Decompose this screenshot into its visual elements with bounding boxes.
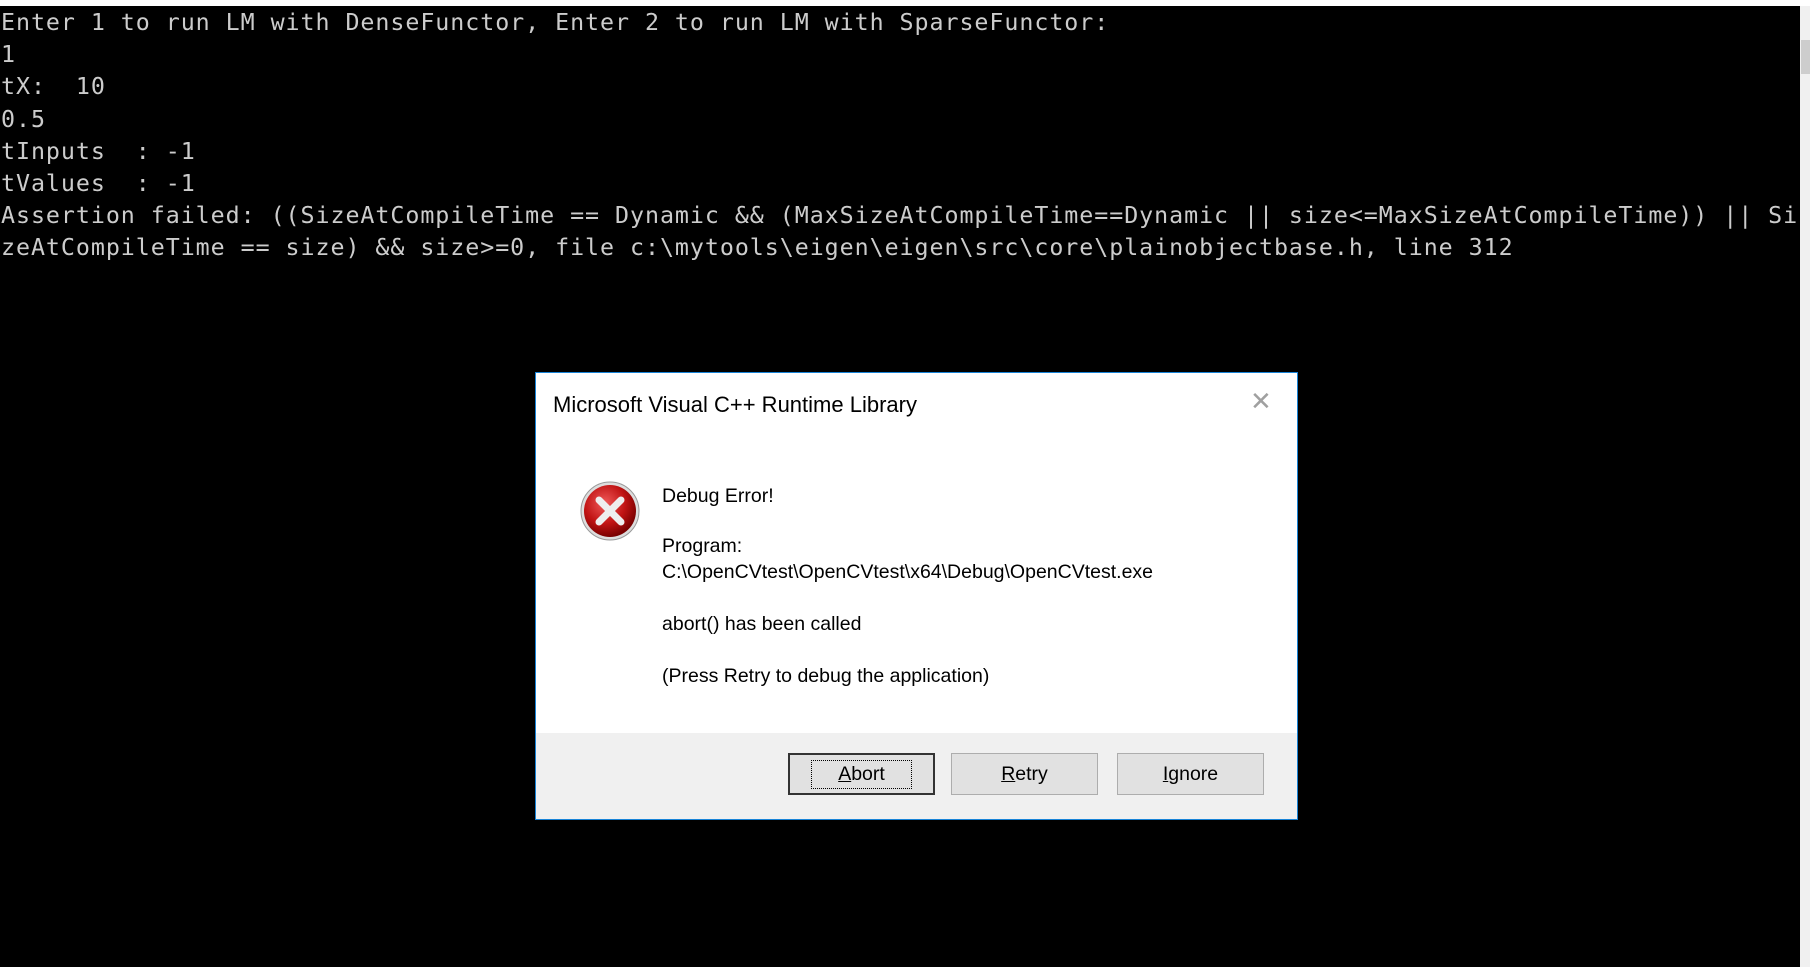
abort-label: bort: [851, 762, 885, 785]
error-heading: Debug Error!: [662, 485, 774, 507]
program-label: Program:: [662, 535, 743, 557]
console-line: 1: [1, 41, 16, 69]
close-icon[interactable]: ✕: [1250, 387, 1272, 417]
retry-mnemonic: R: [1001, 762, 1016, 785]
abort-button[interactable]: Abort: [788, 753, 935, 795]
button-bar: Abort Retry Ignore: [536, 733, 1297, 819]
console-line: Assertion failed: ((SizeAtCompileTime ==…: [1, 202, 1799, 230]
console-line: tValues : -1: [1, 170, 196, 198]
dialog-title: Microsoft Visual C++ Runtime Library: [553, 392, 917, 417]
program-path: C:\OpenCVtest\OpenCVtest\x64\Debug\OpenC…: [662, 561, 1154, 583]
console-line: Enter 1 to run LM with DenseFunctor, Ent…: [1, 9, 1110, 36]
retry-hint: (Press Retry to debug the application): [662, 665, 990, 687]
ignore-label: gnore: [1168, 762, 1219, 785]
error-message: abort() has been called: [662, 613, 862, 635]
console-output: Enter 1 to run LM with DenseFunctor, Ent…: [1, 7, 1798, 265]
abort-mnemonic: A: [838, 762, 852, 785]
console-line: tInputs : -1: [1, 137, 196, 165]
retry-button[interactable]: Retry: [951, 753, 1098, 795]
console-line: zeAtCompileTime == size) && size>=0, fil…: [1, 234, 1514, 262]
retry-label: etry: [1015, 762, 1048, 785]
error-icon: [580, 481, 640, 541]
scrollbar-thumb[interactable]: [1801, 40, 1810, 74]
vertical-scrollbar[interactable]: [1800, 6, 1810, 967]
console-line: tX: 10: [1, 73, 106, 101]
error-dialog: Microsoft Visual C++ Runtime Library ✕ D…: [535, 372, 1298, 820]
console-line: 0.5: [1, 105, 46, 133]
ignore-button[interactable]: Ignore: [1117, 753, 1264, 795]
